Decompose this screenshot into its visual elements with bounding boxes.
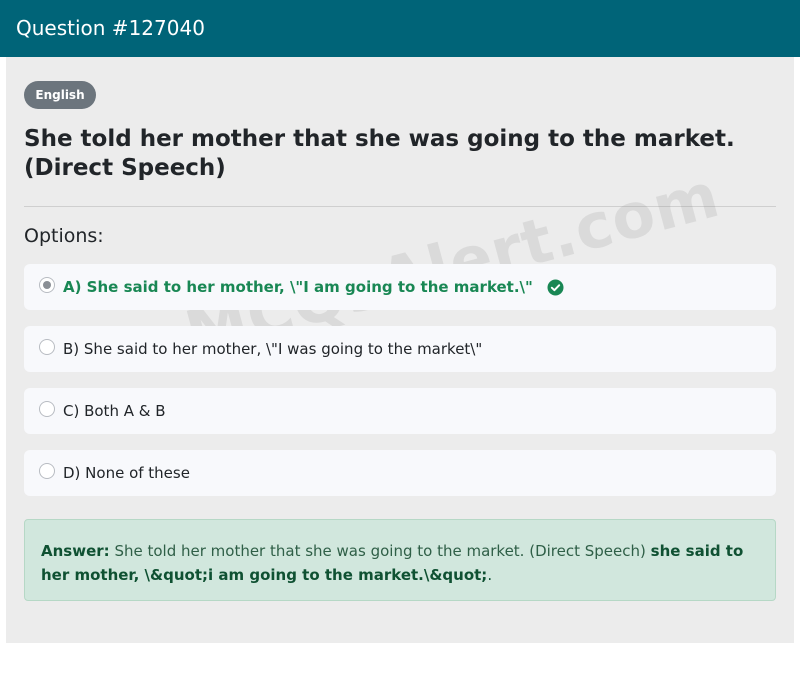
option-a-label: A) She said to her mother, \"I am going … — [63, 278, 533, 296]
page-header: Question #127040 — [0, 0, 800, 57]
option-d[interactable]: D) None of these — [24, 450, 776, 496]
question-id-title: Question #127040 — [16, 16, 205, 40]
option-d-radio[interactable] — [39, 463, 55, 479]
option-c[interactable]: C) Both A & B — [24, 388, 776, 434]
option-a[interactable]: A) She said to her mother, \"I am going … — [24, 264, 776, 310]
answer-label: Answer: — [41, 542, 110, 560]
answer-box: Answer: She told her mother that she was… — [24, 519, 776, 601]
answer-question-text: She told her mother that she was going t… — [114, 542, 646, 560]
answer-trailing: . — [487, 566, 493, 584]
option-b-label: B) She said to her mother, \"I was going… — [63, 340, 483, 358]
options-heading: Options: — [24, 225, 104, 247]
option-a-radio[interactable] — [39, 277, 55, 293]
option-b[interactable]: B) She said to her mother, \"I was going… — [24, 326, 776, 372]
question-text: She told her mother that she was going t… — [24, 126, 735, 181]
option-d-label: D) None of these — [63, 464, 190, 482]
divider — [24, 206, 776, 207]
language-badge[interactable]: English — [24, 81, 96, 109]
check-circle-icon — [547, 279, 564, 296]
option-c-radio[interactable] — [39, 401, 55, 417]
option-b-radio[interactable] — [39, 339, 55, 355]
option-c-label: C) Both A & B — [63, 402, 166, 420]
